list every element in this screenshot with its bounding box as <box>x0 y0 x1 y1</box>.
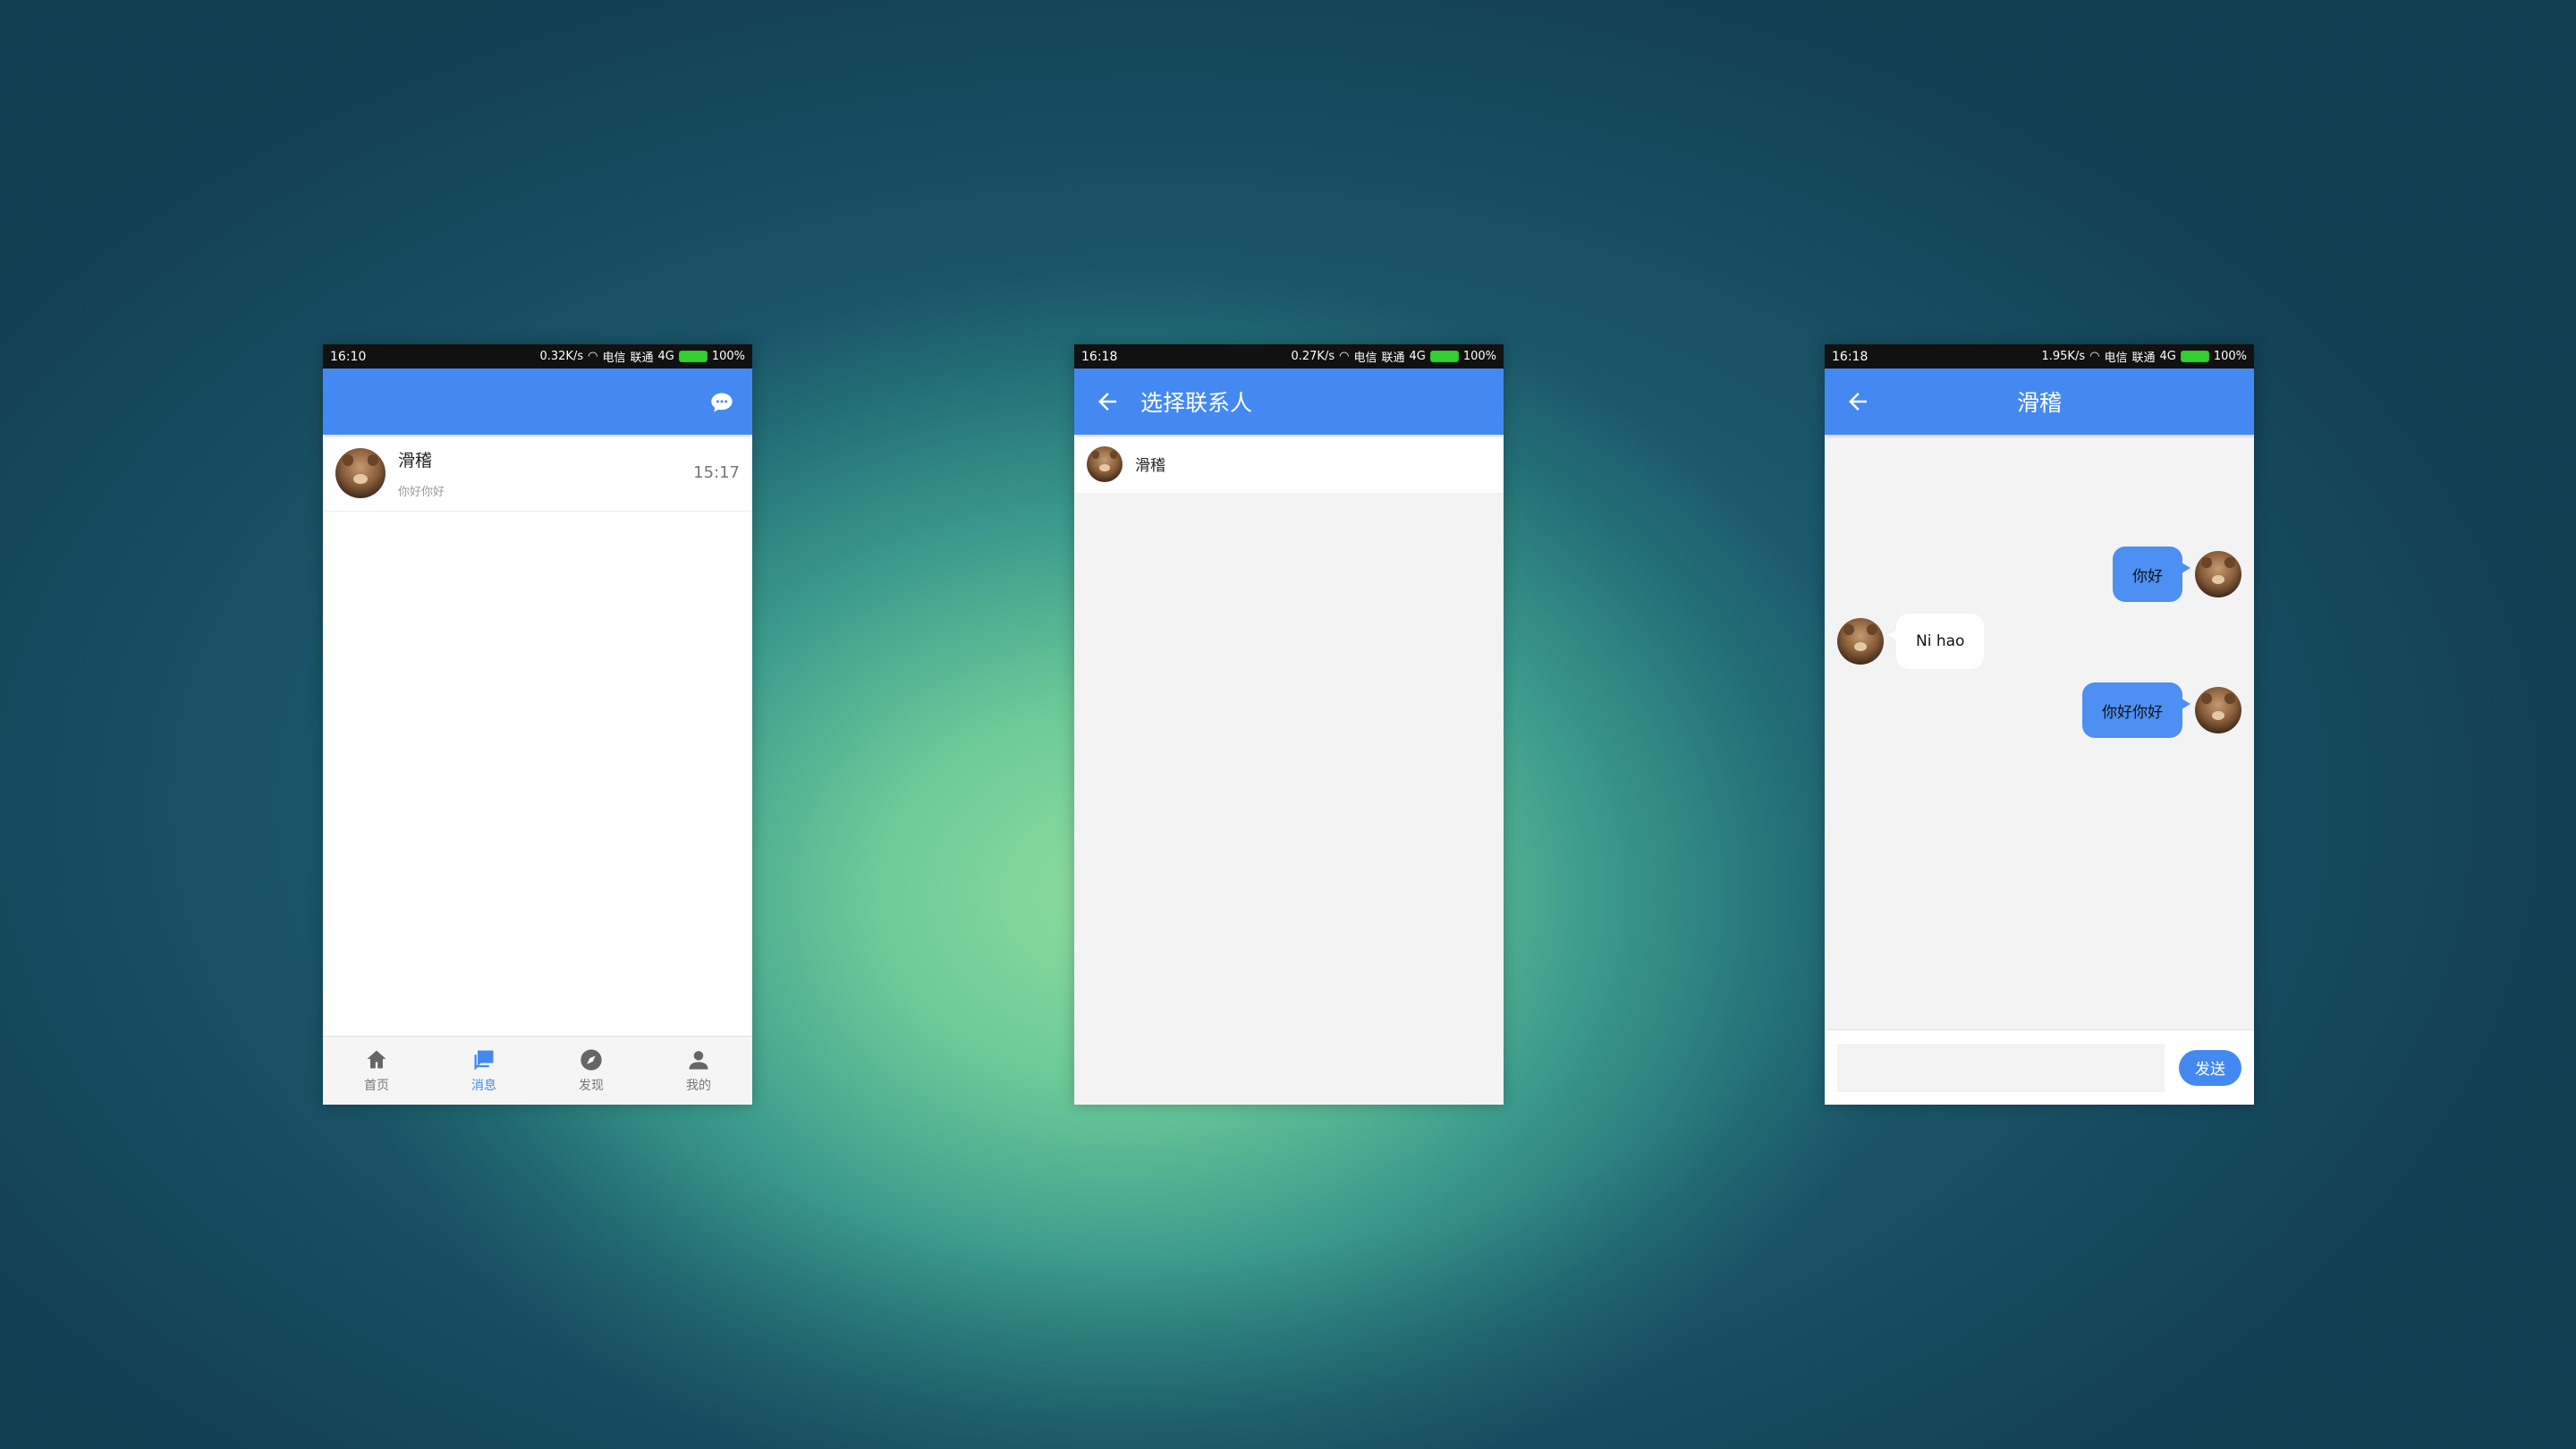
status-bar: 16:18 1.95K/s ◠ 电信 联通 4G 100% <box>1825 344 2254 369</box>
status-carrier1: 电信 <box>2104 352 2128 365</box>
app-bar: 滑稽 <box>1825 369 2254 435</box>
conversation-preview: 你好你好 <box>398 485 445 499</box>
phone-select-contact-screen: 16:18 0.27K/s ◠ 电信 联通 4G 100% 选择联系人 滑稽 <box>1074 344 1504 1105</box>
tab-label: 发现 <box>579 1079 604 1093</box>
tab-discover[interactable]: 发现 <box>538 1037 645 1105</box>
message-sent: 你好 <box>2113 547 2241 602</box>
back-arrow-icon[interactable] <box>1094 388 1121 415</box>
message-list: 你好 Ni hao 你好你好 <box>1825 435 2254 1030</box>
page-title: 选择联系人 <box>1140 390 1253 416</box>
battery-icon <box>1429 351 1459 362</box>
message-bubble: 你好 <box>2113 547 2190 602</box>
status-network: 4G <box>1409 350 1426 363</box>
avatar <box>1837 618 1884 665</box>
status-time: 16:18 <box>1832 349 1868 364</box>
message-composer: 发送 <box>1825 1030 2254 1105</box>
tab-messages[interactable]: 消息 <box>430 1037 538 1105</box>
status-network: 4G <box>2159 350 2176 363</box>
status-network: 4G <box>657 350 674 363</box>
conversation-item[interactable]: 滑稽 你好你好 15:17 <box>323 435 752 512</box>
status-battery: 100% <box>1462 350 1496 363</box>
status-battery: 100% <box>711 350 745 363</box>
tab-label: 我的 <box>686 1079 711 1093</box>
message-bubble: Ni hao <box>1887 614 1985 669</box>
status-speed: 1.95K/s <box>2041 350 2086 363</box>
status-carrier1: 电信 <box>1353 352 1377 365</box>
status-bar: 16:10 0.32K/s ◠ 电信 联通 4G 100% <box>323 344 752 369</box>
status-carrier1: 电信 <box>602 352 626 365</box>
status-time: 16:10 <box>330 349 367 364</box>
compass-icon <box>580 1049 602 1071</box>
home-icon <box>367 1050 386 1069</box>
status-carrier2: 联通 <box>2131 352 2156 365</box>
avatar <box>2195 551 2241 597</box>
chat-title: 滑稽 <box>2016 390 2062 416</box>
status-speed: 0.32K/s <box>539 350 584 363</box>
avatar <box>2195 687 2241 733</box>
chat-bubble-icon[interactable] <box>709 390 734 415</box>
message-bubble: 你好你好 <box>2082 682 2190 738</box>
status-carrier2: 联通 <box>630 352 654 365</box>
tab-me[interactable]: 我的 <box>645 1037 752 1105</box>
person-icon <box>689 1051 708 1070</box>
wifi-icon: ◠ <box>588 350 598 363</box>
status-battery: 100% <box>2213 350 2247 363</box>
tab-label: 消息 <box>471 1079 496 1093</box>
wifi-icon: ◠ <box>1339 350 1350 363</box>
message-sent: 你好你好 <box>2082 682 2241 738</box>
battery-icon <box>678 351 708 362</box>
status-speed: 0.27K/s <box>1291 350 1335 363</box>
app-bar <box>323 369 752 435</box>
bottom-tab-bar: 首页 消息 发现 我的 <box>323 1036 752 1105</box>
conversation-name: 滑稽 <box>398 450 433 470</box>
conversation-time: 15:17 <box>693 463 740 482</box>
avatar <box>1087 445 1123 482</box>
tab-home[interactable]: 首页 <box>323 1037 430 1105</box>
message-received: Ni hao <box>1837 614 1985 669</box>
status-bar: 16:18 0.27K/s ◠ 电信 联通 4G 100% <box>1074 344 1504 369</box>
battery-icon <box>2180 351 2209 362</box>
contact-name: 滑稽 <box>1135 457 1165 475</box>
app-bar: 选择联系人 <box>1074 369 1504 435</box>
message-input[interactable] <box>1837 1043 2165 1092</box>
status-time: 16:18 <box>1081 349 1118 364</box>
message-icon <box>474 1050 494 1071</box>
wifi-icon: ◠ <box>2089 350 2100 363</box>
send-button[interactable]: 发送 <box>2179 1049 2241 1086</box>
phone-chat-screen: 16:18 1.95K/s ◠ 电信 联通 4G 100% 滑稽 你好 Ni h… <box>1825 344 2254 1105</box>
avatar <box>335 447 386 498</box>
tab-label: 首页 <box>364 1079 389 1093</box>
phone-messages-screen: 16:10 0.32K/s ◠ 电信 联通 4G 100% 滑稽 你好你好 15… <box>323 344 752 1105</box>
contact-item[interactable]: 滑稽 <box>1074 435 1504 493</box>
status-carrier2: 联通 <box>1381 352 1405 365</box>
